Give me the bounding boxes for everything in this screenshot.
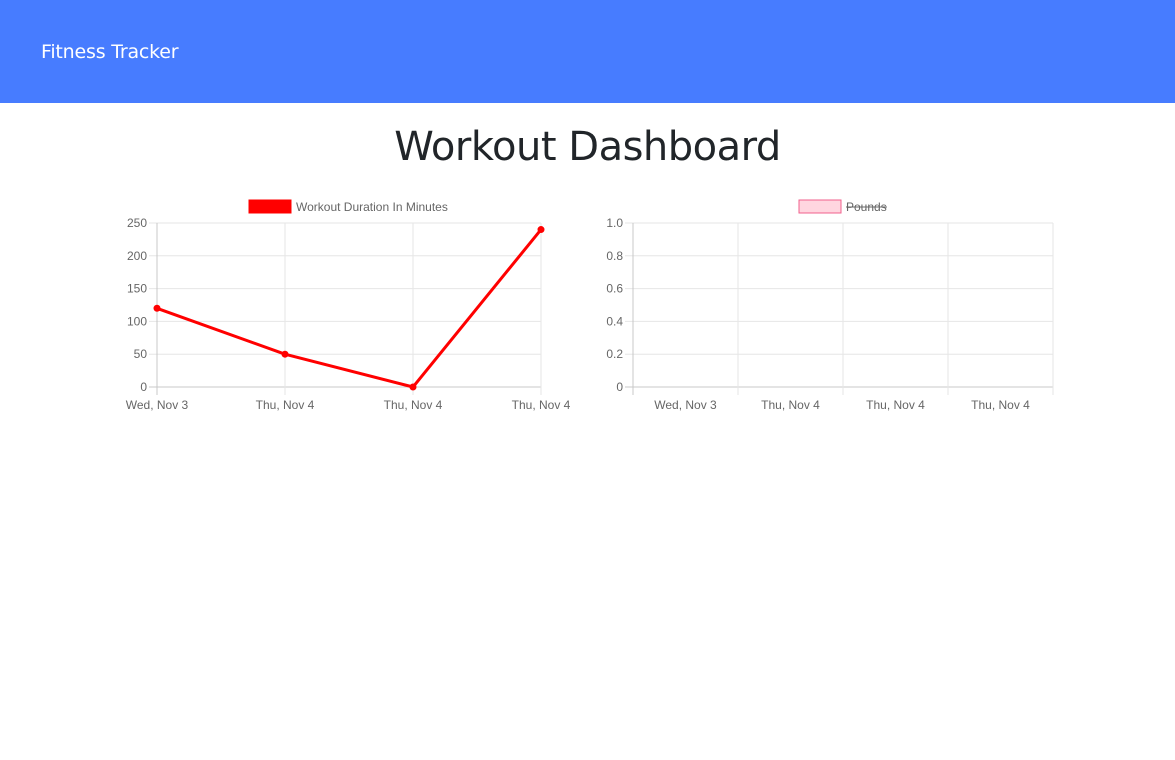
x-tick-label: Thu, Nov 4 bbox=[971, 398, 1030, 412]
data-point bbox=[153, 304, 161, 312]
page-title: Workout Dashboard bbox=[394, 124, 781, 170]
x-tick-label: Thu, Nov 4 bbox=[512, 398, 571, 412]
x-tick-label: Thu, Nov 4 bbox=[866, 398, 925, 412]
y-tick-label: 100 bbox=[127, 314, 147, 328]
series-line bbox=[156, 228, 543, 389]
y-tick-label: 0.2 bbox=[606, 347, 623, 361]
x-tick-label: Wed, Nov 3 bbox=[126, 398, 189, 412]
duration-chart: 0 50 100 150 200 250 Wed, Nov 3 Thu, Nov 4 Thu, … bbox=[126, 199, 571, 412]
y-tick-label: 0.6 bbox=[606, 282, 623, 296]
data-point bbox=[537, 226, 545, 234]
y-tick-label: 250 bbox=[127, 216, 147, 230]
legend-swatch bbox=[248, 199, 292, 214]
x-tick-label: Thu, Nov 4 bbox=[256, 398, 315, 412]
navbar: Fitness Tracker bbox=[0, 0, 1175, 103]
y-tick-label: 50 bbox=[134, 347, 148, 361]
brand-link[interactable]: Fitness Tracker bbox=[41, 41, 179, 63]
data-point bbox=[409, 383, 417, 391]
x-tick-label: Thu, Nov 4 bbox=[761, 398, 820, 412]
y-tick-label: 0 bbox=[616, 380, 623, 394]
y-tick-label: 0.4 bbox=[606, 314, 623, 328]
data-point bbox=[281, 350, 289, 358]
y-tick-label: 0.8 bbox=[606, 249, 623, 263]
y-tick-label: 150 bbox=[127, 282, 147, 296]
y-tick-label: 0 bbox=[140, 380, 147, 394]
x-tick-label: Wed, Nov 3 bbox=[654, 398, 717, 412]
x-tick-label: Thu, Nov 4 bbox=[384, 398, 443, 412]
y-tick-label: 1.0 bbox=[606, 216, 623, 230]
legend-label: Workout Duration In Minutes bbox=[296, 200, 448, 214]
y-tick-label: 200 bbox=[127, 249, 147, 263]
legend-swatch bbox=[798, 199, 842, 214]
pounds-chart: 0 0.2 0.4 0.6 0.8 1.0 Wed, Nov 3 Thu, Nov 4 Thu,… bbox=[606, 199, 1054, 412]
